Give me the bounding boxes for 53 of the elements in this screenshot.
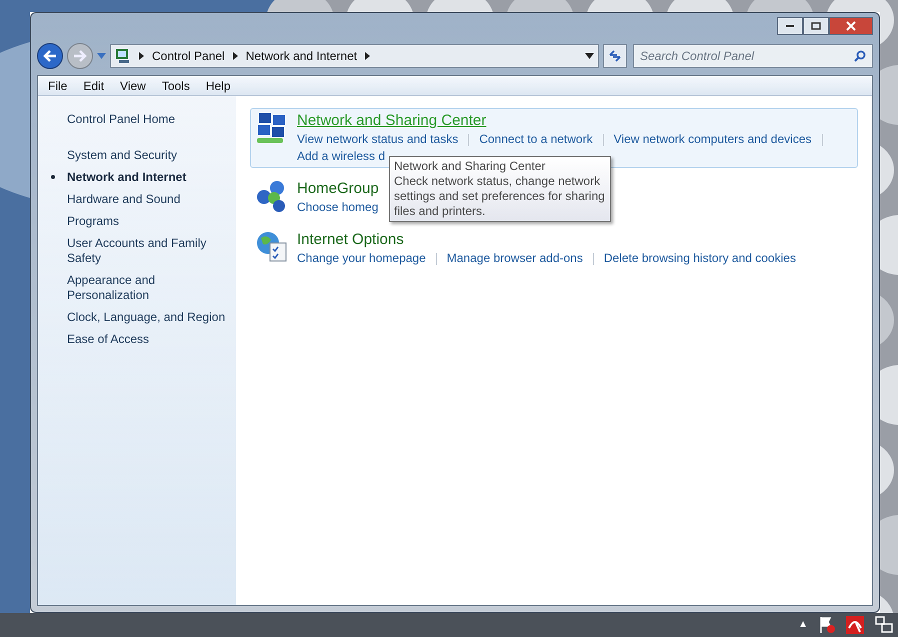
breadcrumb[interactable]: Control Panel bbox=[152, 47, 225, 65]
sidebar-item[interactable]: Ease of Access bbox=[67, 332, 227, 347]
sidebar-item[interactable]: System and Security bbox=[67, 148, 227, 163]
menu-item[interactable]: Edit bbox=[75, 76, 112, 94]
sidebar-item[interactable]: User Accounts and Family Safety bbox=[67, 236, 227, 266]
sidebar-item[interactable]: Clock, Language, and Region bbox=[67, 310, 227, 325]
refresh-button[interactable] bbox=[603, 44, 627, 68]
refresh-arrows-icon bbox=[608, 50, 622, 62]
task-link[interactable]: Change your homepage bbox=[297, 250, 426, 267]
sidebar-link[interactable]: Control Panel Home bbox=[38, 110, 236, 128]
right-arrow-icon bbox=[73, 50, 87, 62]
menu-item[interactable]: Help bbox=[198, 76, 239, 94]
close-icon bbox=[846, 21, 856, 31]
back-button[interactable] bbox=[37, 43, 63, 69]
show-hidden-icons-arrow[interactable]: ▲ bbox=[798, 620, 808, 630]
chevron-icon bbox=[139, 52, 144, 60]
menu-item[interactable]: View bbox=[112, 76, 154, 94]
minimize-button[interactable] bbox=[777, 17, 803, 35]
task-link[interactable]: Connect to a network bbox=[479, 131, 593, 148]
tooltip-text: Check network status, change network settings and set preferences for sharing files and printers. bbox=[394, 174, 606, 219]
task-link[interactable]: View network computers and devices bbox=[614, 131, 812, 148]
menu-item[interactable]: File bbox=[40, 76, 76, 94]
globe-checklist-icon bbox=[255, 230, 289, 264]
maximize-button[interactable] bbox=[803, 17, 829, 35]
umbrella-icon[interactable] bbox=[846, 616, 864, 634]
tooltip-title: Network and Sharing Center bbox=[394, 159, 546, 174]
category-title[interactable]: Internet Options bbox=[297, 230, 837, 250]
task-link[interactable]: View network status and tasks bbox=[297, 131, 458, 148]
network-icon[interactable] bbox=[874, 616, 894, 634]
sidebar-item[interactable]: Hardware and Sound bbox=[67, 192, 227, 207]
left-arrow-icon bbox=[43, 50, 57, 62]
bullet-icon bbox=[50, 175, 54, 179]
address-bar[interactable]: Control Panel Network and Internet bbox=[110, 44, 599, 68]
search-field[interactable]: Search Control Panel bbox=[633, 44, 873, 68]
chevron-icon bbox=[365, 52, 370, 60]
menu-item[interactable]: Tools bbox=[154, 76, 198, 94]
close-button[interactable] bbox=[829, 17, 873, 35]
dropdown-caret-icon[interactable] bbox=[585, 53, 594, 59]
maximize-icon bbox=[811, 22, 821, 30]
task-link[interactable]: Manage browser add-ons bbox=[446, 250, 583, 267]
search-input[interactable]: Search Control Panel bbox=[640, 47, 854, 65]
flag-icon[interactable] bbox=[818, 616, 836, 634]
control-panel-icon bbox=[115, 48, 131, 64]
minimize-icon bbox=[785, 24, 795, 28]
sidebar-item[interactable]: Programs bbox=[67, 214, 227, 229]
task-link[interactable]: Delete browsing history and cookies bbox=[604, 250, 796, 267]
task-link[interactable]: Add a wireless d bbox=[297, 148, 386, 165]
breadcrumb[interactable]: Network and Internet bbox=[246, 47, 358, 65]
search-icon bbox=[854, 50, 866, 62]
chevron-icon bbox=[232, 52, 238, 60]
sidebar-item[interactable]: Appearance and Personalization bbox=[67, 273, 227, 303]
task-link[interactable]: Choose homeg bbox=[297, 199, 378, 216]
sidebar-item[interactable]: Network and Internet bbox=[67, 170, 227, 185]
